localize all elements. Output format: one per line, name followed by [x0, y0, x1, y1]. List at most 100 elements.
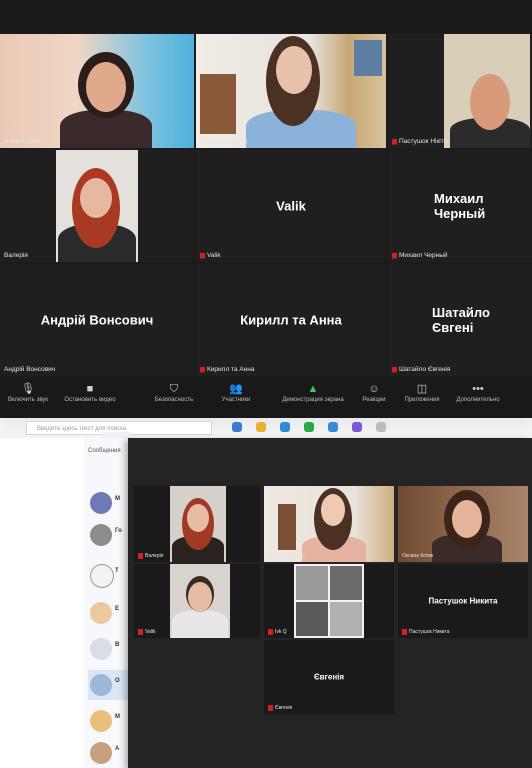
muted-mic-icon [268, 629, 273, 635]
participant-tile[interactable]: Валерія [0, 150, 194, 262]
participant-name: Аліна Бойко [4, 138, 41, 145]
person-face [321, 494, 345, 526]
participant-name: Valik [138, 629, 155, 635]
participant-tile[interactable]: Шатайло Євгені Шатайло Євгенія [388, 264, 532, 376]
muted-mic-icon [200, 252, 205, 259]
taskbar-app-icon[interactable] [376, 422, 386, 432]
participant-tile[interactable]: Оксана Котик [398, 486, 528, 562]
photo-collage-cell [296, 566, 328, 600]
avatar [90, 564, 114, 588]
avatar [90, 674, 112, 696]
participant-tile[interactable]: Андрій Вонсович Андрій Вонсович [0, 264, 194, 376]
person-face [188, 582, 212, 612]
avatar [90, 492, 112, 514]
muted-mic-icon [392, 138, 397, 145]
chat-list-item[interactable]: Е [88, 598, 128, 628]
chat-list-item[interactable]: М [88, 488, 128, 518]
taskbar-browser-icon[interactable] [280, 422, 290, 432]
toolbar-label: Реакции [362, 397, 386, 403]
participant-name: Кирилл та Анна [200, 366, 255, 373]
security-button[interactable]: ⛉ Безопасность [146, 381, 202, 403]
participant-name: Оксана Котик [402, 553, 434, 559]
apps-button[interactable]: ◫ Приложения [394, 381, 450, 403]
participant-tile[interactable]: Михаил Черный Михаил Черный [388, 150, 532, 262]
chat-initial: М [115, 496, 120, 502]
chat-list-item[interactable]: А [88, 738, 128, 768]
chat-initial: В [115, 642, 120, 648]
participant-tile[interactable]: Кирилл та Анна Кирилл та Анна [196, 264, 386, 376]
chat-initial: О [115, 678, 120, 684]
photo-collage-cell [330, 602, 362, 636]
more-icon: ••• [472, 383, 484, 395]
participant-tile[interactable]: Людмила Гуцал [264, 486, 394, 562]
muted-mic-icon [138, 629, 143, 635]
share-screen-icon: ▲ [307, 383, 319, 395]
taskbar-app-icon[interactable] [352, 422, 362, 432]
participant-tile[interactable]: Аліна Бойко [0, 34, 194, 148]
toolbar-label: Участники [221, 397, 251, 403]
top-video-call-window: Аліна Бойко Людмила Гуцал Пастушок Нікіт… [0, 0, 532, 418]
chat-list-item[interactable]: В [88, 634, 128, 664]
muted-mic-icon [402, 629, 407, 635]
chat-initial: Е [115, 606, 120, 612]
taskbar-folder-icon[interactable] [256, 422, 266, 432]
participant-tile[interactable]: Ivk Q [264, 564, 394, 638]
bottom-video-call-window: Валерія Людмила Гуцал Оксана Котик Valik… [128, 438, 532, 768]
mic-icon: 🎙 [21, 383, 35, 395]
muted-mic-icon [392, 252, 397, 259]
participant-name: Людмила Гуцал [268, 553, 305, 559]
participant-display-name: Андрій Вонсович [40, 312, 154, 328]
participant-name: Андрій Вонсович [4, 366, 56, 373]
participant-name: Valik [200, 252, 221, 259]
security-icon: ⛉ [169, 383, 179, 395]
participant-tile[interactable]: Євгенія Євгенія [264, 640, 394, 714]
camera-icon: ■ [86, 383, 94, 395]
participant-display-name: Шатайло Євгені [432, 305, 490, 335]
chat-list-panel: Сообщения М Го Т Е В О М А [84, 438, 130, 768]
muted-mic-icon [268, 705, 273, 711]
participant-name: Валерія [4, 252, 28, 259]
participant-tile[interactable]: Людмила Гуцал [196, 34, 386, 148]
door-background [278, 504, 296, 550]
person-face [187, 504, 209, 532]
chat-list-item[interactable]: Т [88, 560, 128, 590]
share-screen-button[interactable]: ▲ Демонстрация экрана [278, 381, 348, 403]
chat-initial: М [115, 714, 120, 720]
taskbar-app-icon[interactable] [328, 422, 338, 432]
toolbar-label: Демонстрация экрана [282, 397, 344, 403]
participant-display-name: Михаил Черный [434, 191, 486, 221]
taskbar-app-icon[interactable] [304, 422, 314, 432]
participant-tile[interactable]: Пастушок Нікіта [388, 34, 532, 148]
panel-title: Сообщения [88, 448, 121, 454]
participant-tile[interactable]: Пастушок Никита Пастушок Никита [398, 564, 528, 638]
taskbar-app-icon[interactable] [232, 422, 242, 432]
chat-list-item[interactable]: Го [88, 520, 128, 550]
toolbar-label: Дополнительно [456, 397, 500, 403]
bookshelf-background [354, 40, 382, 76]
person-face [80, 178, 112, 218]
avatar [90, 602, 112, 624]
muted-mic-icon [138, 553, 143, 559]
more-button[interactable]: ••• Дополнительно [450, 381, 506, 403]
meeting-toolbar: 🎙 Включить звук ■ Остановить видео ⛉ Без… [0, 378, 532, 418]
participant-tile[interactable]: Валерія [134, 486, 260, 562]
muted-mic-icon [392, 366, 397, 373]
avatar [90, 524, 112, 546]
participant-name: Михаил Черный [392, 252, 448, 259]
mute-button[interactable]: 🎙 Включить звук [0, 381, 56, 403]
person-face [470, 74, 510, 130]
participant-tile[interactable]: Valik Valik [196, 150, 386, 262]
chat-list-item-selected[interactable]: О [88, 670, 128, 700]
chat-initial: Го [115, 528, 122, 534]
toolbar-label: Остановить видео [64, 397, 116, 403]
chat-list-item[interactable]: М [88, 706, 128, 736]
participant-name: Ivk Q [268, 629, 287, 635]
person-face [452, 500, 482, 538]
participants-button[interactable]: 👥 Участники [208, 381, 264, 403]
toolbar-label: Включить звук [7, 397, 48, 403]
chat-initial: Т [115, 568, 119, 574]
participant-name: Валерія [138, 553, 163, 559]
participant-tile[interactable]: Valik [134, 564, 260, 638]
person-face [276, 46, 312, 94]
video-button[interactable]: ■ Остановить видео [62, 381, 118, 403]
